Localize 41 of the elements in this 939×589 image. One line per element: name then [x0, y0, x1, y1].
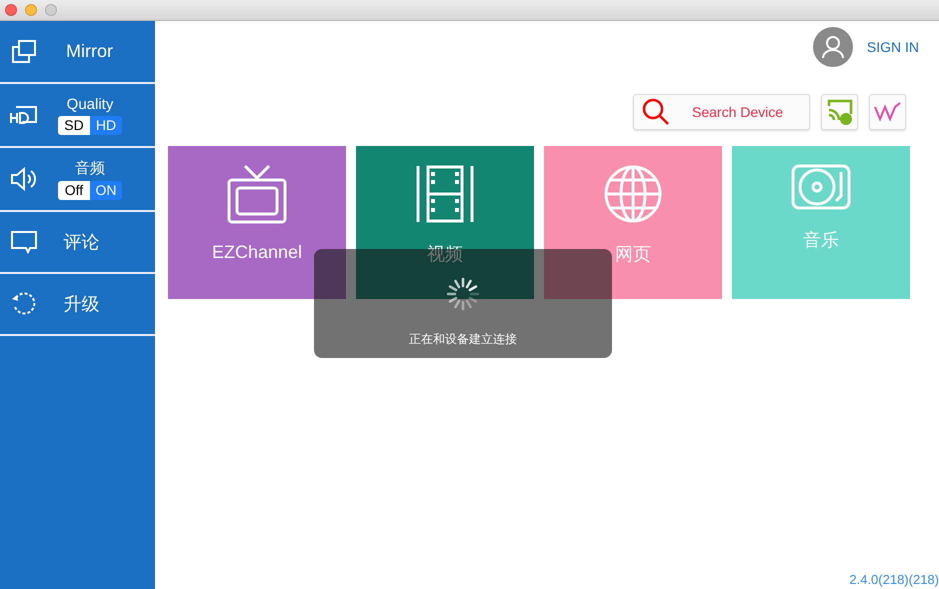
segment-option[interactable]: ON [90, 180, 122, 200]
zoom-window-button[interactable] [45, 4, 57, 16]
close-window-button[interactable] [5, 4, 17, 16]
user-icon [822, 35, 844, 59]
sidebar-item[interactable]: 音频 Off ON [0, 148, 155, 212]
cast-button[interactable] [821, 94, 858, 130]
segment-option[interactable]: Off [58, 180, 90, 200]
tile-label: 网页 [615, 243, 651, 266]
toggle-label: 音频 [75, 158, 105, 178]
sidebar-label: Mirror [66, 41, 113, 62]
comment-icon [10, 230, 38, 254]
segment-option[interactable]: SD [58, 116, 90, 134]
tile-label: EZChannel [212, 242, 302, 263]
tile-label: 视频 [427, 243, 463, 266]
avatar[interactable] [812, 27, 853, 67]
sidebar-item[interactable]: 升级 [0, 274, 155, 336]
speaker-icon [10, 166, 38, 192]
spinner-icon [446, 277, 480, 311]
version-label: 2.4.0(218)(218) [849, 572, 939, 587]
tv-icon [227, 164, 287, 224]
sidebar-label: 评论 [62, 231, 100, 254]
toggle-label: Quality [66, 96, 114, 112]
sidebar-item[interactable]: Quality SD HD [0, 84, 155, 148]
loading-message: 正在和设备建立连接 [409, 331, 517, 348]
tile-label: 音乐 [803, 229, 839, 252]
search-device-button[interactable]: Search Device [633, 94, 810, 130]
sidebar-item[interactable]: Mirror [0, 21, 155, 84]
sidebar-label: 升级 [62, 293, 100, 316]
hd-icon [10, 104, 38, 126]
globe-icon [603, 164, 663, 224]
sign-in-link[interactable]: SIGN IN [866, 39, 919, 55]
minimize-window-button[interactable] [25, 4, 37, 16]
wave-icon [872, 101, 902, 123]
mirror-icon [10, 38, 38, 64]
wave-button[interactable] [869, 94, 906, 130]
sidebar-item[interactable]: 评论 [0, 212, 155, 274]
category-tile[interactable]: EZChannel [168, 146, 346, 299]
search-icon [642, 98, 670, 126]
film-icon [416, 164, 474, 224]
segment-option[interactable]: HD [90, 116, 122, 134]
cast-icon [826, 98, 854, 126]
